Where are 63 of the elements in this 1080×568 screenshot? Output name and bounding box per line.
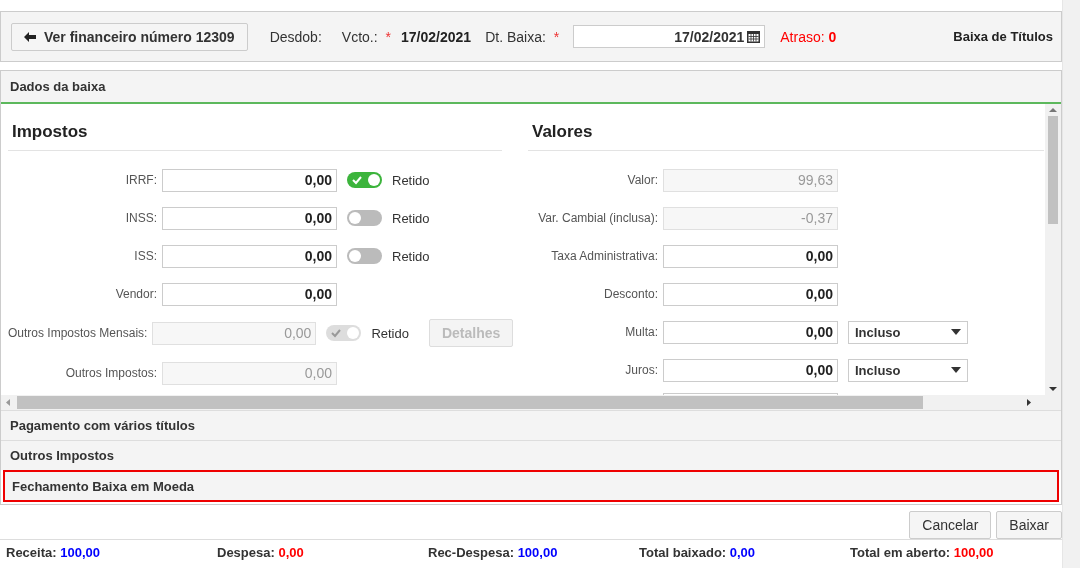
- amount-field[interactable]: 0,00: [162, 168, 337, 192]
- due-date-label: Vcto.:: [341, 28, 378, 45]
- vertical-scrollbar[interactable]: [1045, 104, 1061, 395]
- amount-field[interactable]: 0,00: [663, 320, 838, 344]
- page-scrollbar[interactable]: [1062, 0, 1080, 568]
- field-label: INSS:: [124, 211, 158, 225]
- back-button[interactable]: Ver financeiro número 12309: [11, 22, 248, 51]
- field-label: Taxa Administrativa:: [550, 249, 659, 263]
- status-total: Total baixado: 0,00: [639, 545, 757, 560]
- panel-title: Dados da baixa: [1, 71, 1061, 104]
- field-label: Juros:: [624, 363, 659, 377]
- toggle-label: Retido: [392, 172, 430, 188]
- caret-icon: [951, 367, 961, 373]
- required-mark: *: [385, 28, 392, 45]
- field-label: Desconto:: [602, 287, 659, 301]
- status-total: Receita: 100,00: [6, 545, 101, 560]
- field-label: ISS:: [133, 249, 158, 263]
- check-icon: [352, 175, 362, 185]
- horizontal-scrollbar[interactable]: [1, 395, 1061, 410]
- delay-label: Atraso: 0: [780, 28, 837, 45]
- toggle-label: Retido: [371, 325, 409, 341]
- field-label: Vendor:: [114, 287, 158, 301]
- field-label: Valor:: [626, 173, 659, 187]
- amount-field[interactable]: 0,00: [162, 244, 337, 268]
- desdob-label: Desdob:: [269, 28, 322, 45]
- toggle-label: Retido: [392, 248, 430, 264]
- arrow-left-icon: [24, 31, 36, 42]
- date-field[interactable]: 17/02/2021: [573, 25, 766, 48]
- toggle-switch[interactable]: [347, 210, 382, 226]
- check-icon: [331, 328, 342, 338]
- page-title: Baixa de Títulos: [953, 29, 1053, 44]
- amount-field[interactable]: 0,00: [162, 282, 337, 306]
- toggle-label: Retido: [392, 210, 430, 226]
- field-label: IRRF:: [124, 173, 158, 187]
- amount-field[interactable]: 0,00: [162, 206, 337, 230]
- due-date-value: 17/02/2021: [401, 28, 472, 45]
- payment-date-label: Dt. Baixa:: [485, 28, 546, 45]
- required-mark: *: [553, 28, 560, 45]
- field-label: Outros Impostos:: [64, 366, 158, 380]
- field-label: Outros Impostos Mensais:: [8, 326, 149, 340]
- dropdown[interactable]: Incluso: [848, 358, 968, 382]
- scrollbar-thumb[interactable]: [1048, 116, 1058, 224]
- section-heading: Valores: [528, 104, 1044, 151]
- amount-field[interactable]: 0,00: [663, 244, 838, 268]
- dropdown[interactable]: Incluso: [848, 320, 968, 344]
- collapsible-section-header[interactable]: Outros Impostos: [1, 440, 1061, 470]
- collapsible-section-header[interactable]: Pagamento com vários títulos: [1, 410, 1061, 440]
- calendar-icon[interactable]: [747, 30, 761, 43]
- collapsible-section-header[interactable]: Fechamento Baixa em Moeda: [3, 470, 1059, 502]
- status-total: Rec-Despesa: 100,00: [428, 545, 559, 560]
- toggle-switch[interactable]: [347, 172, 382, 188]
- toggle-switch[interactable]: [347, 248, 382, 264]
- field-label: Multa:: [624, 325, 659, 339]
- confirm-button[interactable]: Baixar: [996, 511, 1062, 539]
- cancel-button[interactable]: Cancelar: [909, 511, 992, 539]
- status-total: Despesa: 0,00: [217, 545, 305, 560]
- section-heading: Impostos: [8, 104, 502, 151]
- amount-field[interactable]: 0,00: [663, 358, 838, 382]
- caret-icon: [951, 329, 961, 335]
- amount-field[interactable]: 0,00: [663, 282, 838, 306]
- status-total: Total em aberto: 100,00: [850, 545, 995, 560]
- scrollbar-thumb[interactable]: [17, 396, 923, 409]
- field-label: Var. Cambial (inclusa):: [537, 211, 659, 225]
